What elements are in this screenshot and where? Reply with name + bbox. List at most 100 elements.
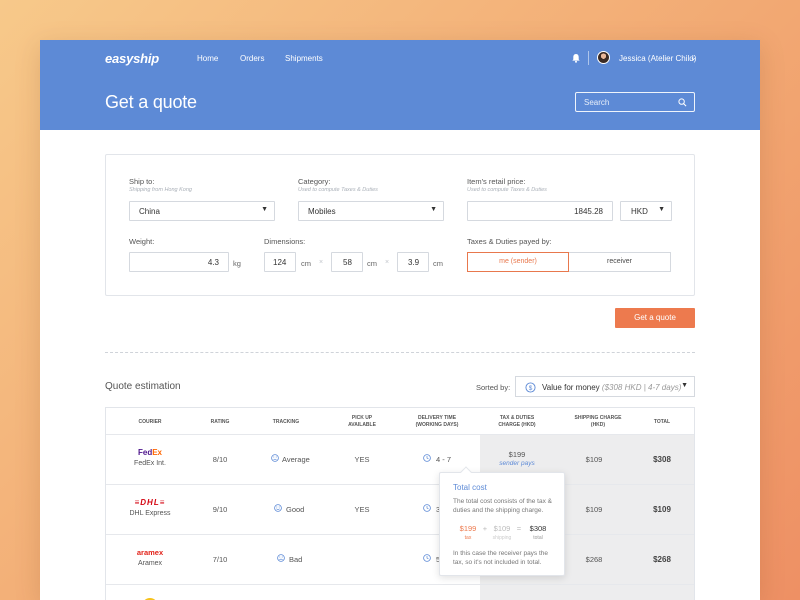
delivery-time: 4 - 7 xyxy=(436,455,452,464)
quote-table: COURIER RATING TRACKING PICK UP AVAILABL… xyxy=(105,407,695,600)
clock-icon xyxy=(423,454,431,462)
chevron-down-icon[interactable]: ⌄ xyxy=(690,53,697,62)
nav-shipments[interactable]: Shipments xyxy=(285,54,323,63)
popover-description: The total cost consists of the tax & dut… xyxy=(453,498,552,514)
tax-option-receiver[interactable]: receiver xyxy=(569,252,671,272)
weight-value: 4.3 xyxy=(207,258,219,267)
category-label: Category: xyxy=(298,177,331,186)
avatar[interactable] xyxy=(597,51,610,64)
rating: 9/10 xyxy=(212,505,228,514)
popover-tax-label: tax xyxy=(464,535,472,541)
notification-icon[interactable] xyxy=(571,53,581,63)
rating: 8/10 xyxy=(212,455,228,464)
nav-orders[interactable]: Orders xyxy=(240,54,264,63)
ship-to-select[interactable]: China ▼ xyxy=(129,201,275,221)
price-sub: Used to compute Taxes & Duties xyxy=(467,187,547,193)
quote-estimation-title: Quote estimation xyxy=(105,381,181,392)
price-input[interactable]: 1845.28 xyxy=(467,201,613,221)
col-total: TOTAL xyxy=(653,419,671,425)
currency-select[interactable]: HKD ▼ xyxy=(620,201,672,221)
dhl-logo: ≡DHL≡ xyxy=(134,498,166,507)
svg-text:$: $ xyxy=(529,385,533,392)
quote-form: Ship to: Shipping from Hong Kong China ▼… xyxy=(105,154,695,296)
length-input[interactable]: 124 xyxy=(264,252,296,272)
row-separator xyxy=(106,584,694,585)
total: $268 xyxy=(653,555,671,564)
col-pickup: PICK UP AVAILABLE xyxy=(348,415,376,428)
weight-input[interactable]: 4.3 xyxy=(129,252,229,272)
search-icon[interactable] xyxy=(678,98,687,107)
taxes-label: Taxes & Duties payed by: xyxy=(467,237,552,246)
courier-name: DHL Express xyxy=(129,510,171,517)
height-input[interactable]: 3.9 xyxy=(397,252,429,272)
dropdown-arrow-icon: ▼ xyxy=(261,206,268,213)
total: $109 xyxy=(653,505,671,514)
width-input[interactable]: 58 xyxy=(331,252,363,272)
sort-select[interactable]: $ Value for money ($308 HKD | 4-7 days) … xyxy=(515,376,695,397)
tax-charge: $199 xyxy=(508,450,526,459)
app-window: easyship Home Orders Shipments Jessica (… xyxy=(40,40,760,600)
ship-to-sub: Shipping from Hong Kong xyxy=(129,187,192,193)
section-divider xyxy=(105,352,695,353)
popover-shipping-value: $109 xyxy=(493,524,511,533)
nav-home[interactable]: Home xyxy=(197,54,218,63)
popover-note: In this case the receiver pays the tax, … xyxy=(453,550,549,566)
dimensions-label: Dimensions: xyxy=(264,237,306,246)
col-courier: COURIER xyxy=(138,419,162,425)
get-quote-button[interactable]: Get a quote xyxy=(615,308,695,328)
shipping-charge: $109 xyxy=(585,505,603,514)
width-unit: cm xyxy=(367,259,377,268)
clock-icon xyxy=(423,554,431,562)
page-title: Get a quote xyxy=(105,92,197,112)
search-input[interactable] xyxy=(576,93,694,111)
tracking: Bad xyxy=(289,555,303,564)
height-unit: cm xyxy=(433,259,443,268)
dropdown-arrow-icon: ▼ xyxy=(681,382,688,389)
times-sign: × xyxy=(319,259,324,266)
category-select[interactable]: Mobiles ▼ xyxy=(298,201,444,221)
courier-name: Aramex xyxy=(137,560,163,567)
row-separator xyxy=(106,484,694,485)
weight-unit: kg xyxy=(233,259,241,268)
col-shipping: SHIPPING CHARGE (HKD) xyxy=(574,415,622,428)
category-value: Mobiles xyxy=(308,207,336,216)
price-label: Item's retail price: xyxy=(467,177,526,186)
clock-icon xyxy=(423,504,431,512)
popover-total-label: total xyxy=(533,535,543,541)
dropdown-arrow-icon: ▼ xyxy=(658,206,665,213)
tracking: Average xyxy=(282,455,310,464)
user-name[interactable]: Jessica (Atelier Child) xyxy=(619,54,696,63)
courier-name: FedEx Int. xyxy=(134,460,166,467)
tax-note: sender pays xyxy=(499,460,535,467)
col-delivery: DELIVERY TIME (WORKING DAYS) xyxy=(415,415,459,428)
length-unit: cm xyxy=(301,259,311,268)
easyship-logo[interactable]: easyship xyxy=(105,51,159,66)
ship-to-label: Ship to: xyxy=(129,177,155,186)
category-sub: Used to compute Taxes & Duties xyxy=(298,187,378,193)
dropdown-arrow-icon: ▼ xyxy=(430,206,437,213)
smile-bad-icon xyxy=(277,554,285,562)
height-value: 3.9 xyxy=(408,258,420,267)
search-box xyxy=(575,92,695,112)
money-icon: $ xyxy=(525,382,536,393)
pickup: YES xyxy=(354,505,370,514)
popover-equals: = xyxy=(516,524,522,533)
header: easyship Home Orders Shipments Jessica (… xyxy=(40,40,760,130)
col-rating: RATING xyxy=(210,419,230,425)
pickup: YES xyxy=(354,455,370,464)
tax-option-sender[interactable]: me (sender) xyxy=(467,252,569,272)
sort-label: Sorted by: xyxy=(476,383,511,392)
tracking: Good xyxy=(286,505,305,514)
weight-label: Weight: xyxy=(129,237,155,246)
shipping-charge: $109 xyxy=(585,455,603,464)
col-tax: TAX & DUTIES CHARGE (HKD) xyxy=(498,415,536,428)
total-cost-popover: Total cost The total cost consists of th… xyxy=(439,466,565,576)
smile-good-icon xyxy=(274,504,282,512)
currency-value: HKD xyxy=(631,207,648,216)
aramex-logo: aramex xyxy=(136,548,164,557)
shipping-charge: $268 xyxy=(585,555,603,564)
popover-tax-value: $199 xyxy=(459,524,477,533)
row-separator xyxy=(106,534,694,535)
header-separator xyxy=(106,434,694,435)
fedex-logo: FedEx xyxy=(137,448,163,457)
